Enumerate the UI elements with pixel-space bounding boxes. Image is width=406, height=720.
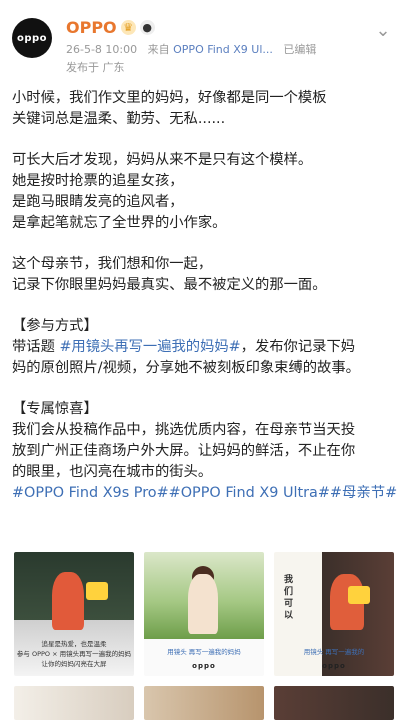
mother-figure	[52, 572, 84, 630]
image-tile-4[interactable]	[14, 686, 134, 720]
crown-badge-icon: ♛	[120, 20, 136, 35]
post-body: 小时候，我们作文里的妈妈，好像都是同一个模板 关键词总是温柔、勤劳、无私....…	[12, 88, 398, 504]
text-line: 妈的原创照片/视频，分享她不被刻板印象束缚的故事。	[12, 360, 360, 376]
text-line: 记录下你眼里妈妈最真实、最不被定义的那一面。	[12, 277, 327, 293]
brand-logo: oppo	[322, 662, 346, 670]
text-line: 的眼里，也闪亮在城市的街头。	[12, 464, 213, 480]
brand-logo: oppo	[192, 662, 216, 670]
more-options-icon[interactable]: ⌄	[372, 20, 394, 42]
vertical-text: 我们可以	[284, 575, 294, 621]
section-title: 【专属惊喜】	[12, 401, 98, 417]
text-line: 是跑马眼睛发亮的追风者，	[12, 194, 184, 210]
panda-badge-icon: ●	[139, 20, 155, 35]
text-line: 她是按时抢票的追星女孩，	[12, 173, 184, 189]
image-caption: 用镜头 再写一遍我的	[303, 648, 365, 656]
image-tile-6[interactable]	[274, 686, 394, 720]
text-line: 是拿起笔就忘了全世界的小作家。	[12, 215, 227, 231]
text-line: 关键词总是温柔、勤劳、无私......	[12, 111, 226, 127]
post-meta: 26-5-8 10:00 来自 OPPO Find X9 Ul... 已编辑	[66, 41, 316, 57]
image-tile-3[interactable]: 我们可以 用镜头 再写一遍我的 oppo	[274, 552, 394, 676]
light-sign	[86, 582, 108, 600]
section-title: 【参与方式】	[12, 318, 98, 334]
mother-figure	[188, 574, 218, 634]
edited-label[interactable]: 已编辑	[283, 43, 316, 56]
source-device[interactable]: OPPO Find X9 Ul...	[173, 43, 273, 56]
text-line: 我们会从投稿作品中，挑选优质内容，在母亲节当天投	[12, 422, 356, 438]
image-tile-2[interactable]: 用镜头 再写一遍我的妈妈 oppo	[144, 552, 264, 676]
post-date: 26-5-8 10:00	[66, 43, 138, 56]
hashtag-links[interactable]: #OPPO Find X9s Pro##OPPO Find X9 Ultra##…	[12, 483, 398, 504]
image-tile-1[interactable]: 追星是热爱，也是温柔 参与 OPPO × 用镜头再写一遍我的妈妈 让你的妈妈闪亮…	[14, 552, 134, 676]
name-row: OPPO ♛ ●	[66, 18, 155, 37]
image-caption: 追星是热爱，也是温柔	[41, 640, 107, 648]
username[interactable]: OPPO	[66, 18, 117, 37]
image-grid: 追星是热爱，也是温柔 参与 OPPO × 用镜头再写一遍我的妈妈 让你的妈妈闪亮…	[12, 552, 396, 720]
post-header: oppo OPPO ♛ ● 26-5-8 10:00 来自 OPPO Find …	[0, 0, 406, 80]
text-line: 放到广州正佳商场户外大屏。让妈妈的鲜活，不止在你	[12, 443, 356, 459]
source-prefix: 来自	[147, 43, 170, 56]
avatar[interactable]: oppo	[12, 18, 52, 58]
post-location: 发布于 广东	[66, 61, 125, 74]
image-caption: 用镜头 再写一遍我的妈妈	[167, 648, 241, 656]
text-line: 小时候，我们作文里的妈妈，好像都是同一个模板	[12, 90, 327, 106]
text-line: 这个母亲节，我们想和你一起，	[12, 256, 213, 272]
image-caption: 参与 OPPO × 用镜头再写一遍我的妈妈	[16, 650, 132, 658]
topic-link[interactable]: #用镜头再写一遍我的妈妈#	[59, 339, 240, 355]
image-tile-5[interactable]	[144, 686, 264, 720]
text-line: 带话题 #用镜头再写一遍我的妈妈#，发布你记录下妈	[12, 339, 356, 355]
text-line: 可长大后才发现，妈妈从来不是只有这个模样。	[12, 152, 313, 168]
light-sign	[348, 586, 370, 604]
image-caption: 让你的妈妈闪亮在大屏	[41, 660, 107, 668]
